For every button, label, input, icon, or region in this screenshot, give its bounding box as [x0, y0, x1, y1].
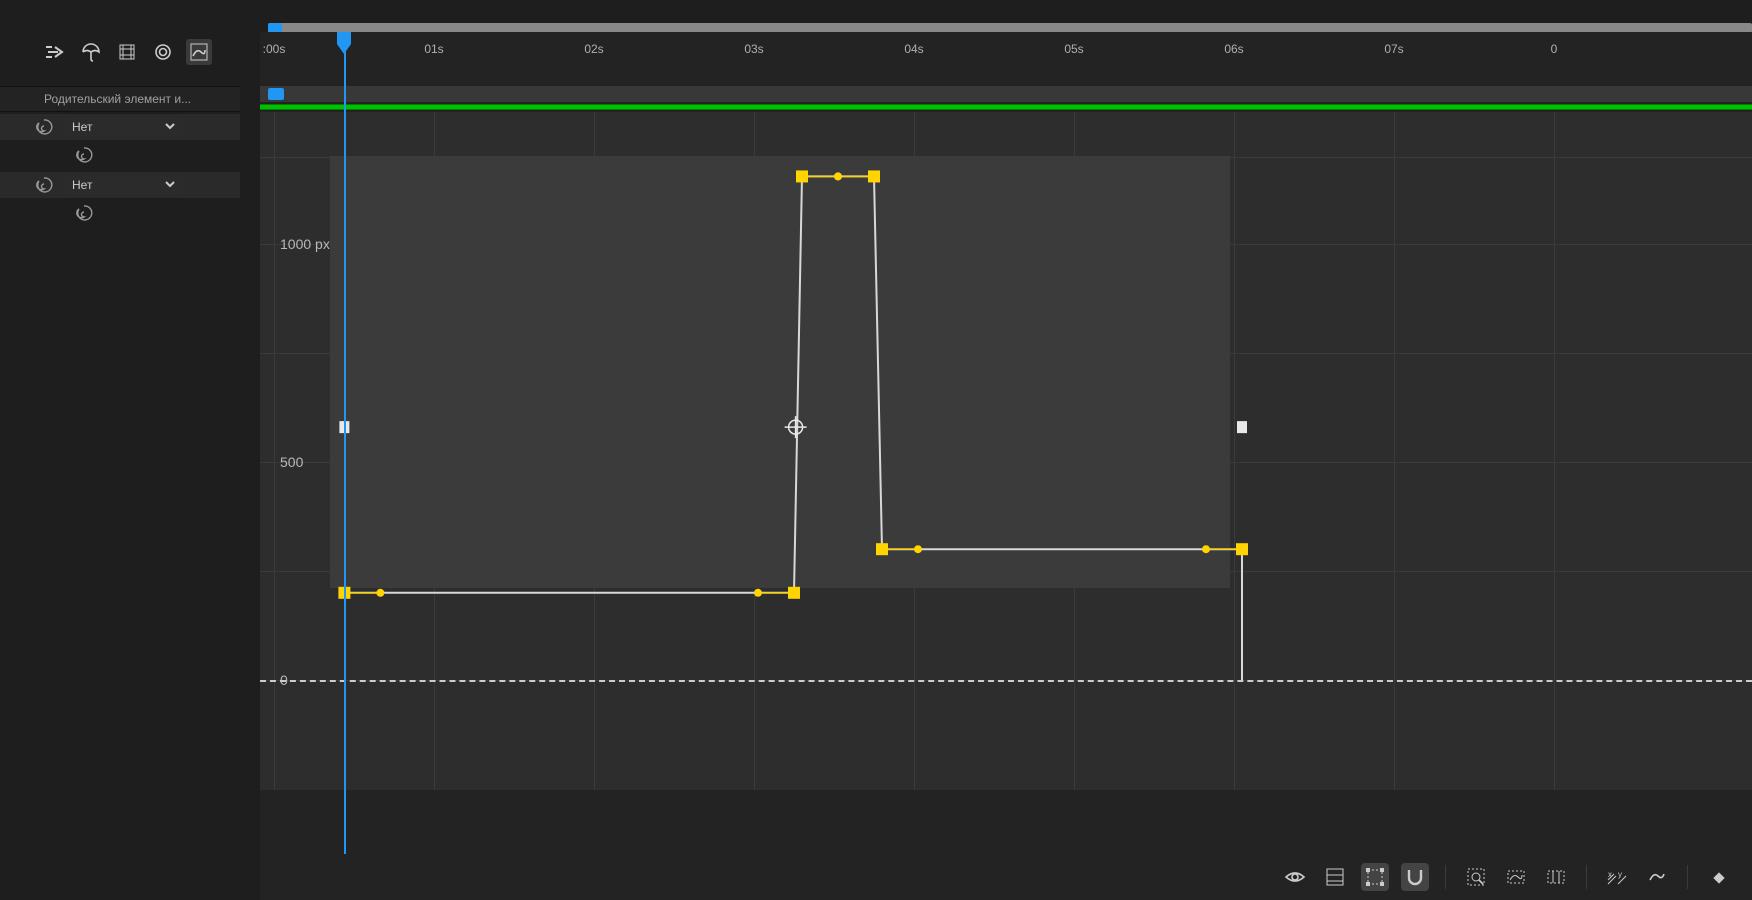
- parent-column-header[interactable]: Родительский элемент и...: [0, 86, 240, 112]
- filmstrip-icon[interactable]: [114, 39, 140, 65]
- transform-box-icon[interactable]: [1361, 863, 1389, 891]
- ruler-tick: :00s: [263, 42, 286, 56]
- parent-value: Нет: [72, 178, 92, 192]
- hold-key-icon[interactable]: [1704, 863, 1732, 891]
- tool-shelf: [0, 32, 260, 72]
- left-panel: Родительский элемент и... Нет Нет: [0, 0, 260, 900]
- pickwhip-icon[interactable]: [34, 175, 54, 195]
- ruler-tick: 0: [1551, 42, 1558, 56]
- time-ruler[interactable]: :00s 01s 02s 03s 04s 05s 06s 07s 0: [260, 32, 1752, 88]
- bezier-handle[interactable]: [914, 545, 922, 553]
- anchor-marker[interactable]: [1237, 421, 1247, 433]
- graph-toolbar: xy: [260, 854, 1752, 900]
- cache-bar: [260, 104, 1752, 110]
- bezier-handle[interactable]: [376, 589, 384, 597]
- value-curve[interactable]: [344, 176, 1242, 680]
- ruler-tick: 03s: [744, 42, 763, 56]
- toolbar-separator: [1445, 865, 1446, 889]
- pickwhip-icon[interactable]: [34, 117, 54, 137]
- playhead-line[interactable]: [344, 44, 346, 900]
- bezier-handle[interactable]: [754, 589, 762, 597]
- bezier-handle[interactable]: [834, 172, 842, 180]
- work-area-bar[interactable]: [260, 86, 1752, 102]
- chevron-down-icon: [164, 120, 176, 135]
- parent-value: Нет: [72, 120, 92, 134]
- ruler-tick: 04s: [904, 42, 923, 56]
- fit-all-icon[interactable]: [1462, 863, 1490, 891]
- fit-selection-icon[interactable]: [1502, 863, 1530, 891]
- pickwhip-icon[interactable]: [74, 203, 94, 223]
- auto-zoom-icon[interactable]: [1542, 863, 1570, 891]
- bezier-handle[interactable]: [1202, 545, 1210, 553]
- crosshair-icon: [785, 416, 807, 438]
- layer-row[interactable]: Нет: [0, 172, 240, 198]
- layer-subrow: [0, 142, 240, 168]
- ruler-tick: 06s: [1224, 42, 1243, 56]
- ruler-tick: 05s: [1064, 42, 1083, 56]
- edit-keys-icon[interactable]: [1643, 863, 1671, 891]
- graph-svg: [260, 112, 1752, 790]
- shy-icon[interactable]: [42, 39, 68, 65]
- pickwhip-icon[interactable]: [74, 145, 94, 165]
- parent-dropdown[interactable]: Нет: [64, 175, 184, 195]
- graph-editor[interactable]: 1000 px5000: [260, 112, 1752, 790]
- ruler-tick: 02s: [584, 42, 603, 56]
- eye-icon[interactable]: [1281, 863, 1309, 891]
- toolbar-separator: [1586, 865, 1587, 889]
- graph-editor-icon[interactable]: [186, 39, 212, 65]
- umbrella-icon[interactable]: [78, 39, 104, 65]
- chevron-down-icon: [164, 178, 176, 193]
- layer-row[interactable]: Нет: [0, 114, 240, 140]
- graph-type-icon[interactable]: [1321, 863, 1349, 891]
- ruler-tick: 01s: [424, 42, 443, 56]
- circle-icon[interactable]: [150, 39, 176, 65]
- svg-text:y: y: [1618, 870, 1622, 879]
- separate-dimensions-icon[interactable]: xy: [1603, 863, 1631, 891]
- layer-subrow: [0, 200, 240, 226]
- timeline-panel: :00s 01s 02s 03s 04s 05s 06s 07s 0 1000 px5000: [260, 0, 1752, 900]
- parent-column-label: Родительский элемент и...: [44, 92, 191, 106]
- toolbar-separator: [1687, 865, 1688, 889]
- snap-icon[interactable]: [1401, 863, 1429, 891]
- parent-dropdown[interactable]: Нет: [64, 117, 184, 137]
- ruler-tick: 07s: [1384, 42, 1403, 56]
- work-area-start[interactable]: [268, 88, 284, 100]
